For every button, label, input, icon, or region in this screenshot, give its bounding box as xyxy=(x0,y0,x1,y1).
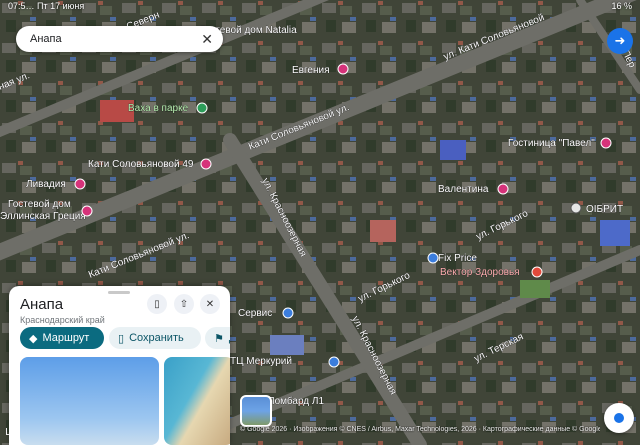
place-photo[interactable] xyxy=(20,357,159,445)
flag-icon: ⚑ xyxy=(214,332,224,345)
place-label: Вектор Здоровья xyxy=(440,267,520,278)
place-pin-icon[interactable] xyxy=(570,202,582,214)
hotel-pin-icon[interactable] xyxy=(74,178,86,190)
place-label: Гостиница "Павел" xyxy=(508,138,595,149)
search-input[interactable]: Анапа xyxy=(30,33,201,45)
place-label: Валентина xyxy=(438,184,489,195)
route-label: Маршрут xyxy=(42,332,90,344)
medical-pin-icon[interactable] xyxy=(531,266,543,278)
place-label: OIБРИТ xyxy=(586,204,623,215)
hotel-pin-icon[interactable] xyxy=(200,158,212,170)
share-icon[interactable]: ⇧ xyxy=(174,294,194,314)
place-label: Ливадия xyxy=(26,179,66,190)
navigate-icon: ◆ xyxy=(29,332,38,345)
hotel-pin-icon[interactable] xyxy=(600,137,612,149)
status-battery: 16 % xyxy=(611,1,632,11)
place-label: ТЦ Меркурий xyxy=(230,356,292,367)
shop-pin-icon[interactable] xyxy=(328,356,340,368)
park-pin-icon[interactable] xyxy=(196,102,208,114)
place-label: Сервис xyxy=(238,308,272,319)
my-location-button[interactable] xyxy=(604,403,634,433)
shop-pin-icon[interactable] xyxy=(427,252,439,264)
place-label: Ломбард Л1 xyxy=(268,395,324,407)
directions-icon[interactable]: ➜ xyxy=(607,28,633,54)
place-label: Эллинская Греция xyxy=(0,211,86,222)
close-icon[interactable]: ✕ xyxy=(201,31,213,48)
location-dot-icon xyxy=(614,413,624,423)
more-label: Д xyxy=(229,332,230,344)
bookmark-icon[interactable]: ▯ xyxy=(147,294,167,314)
copyright-text: © Google 2026 · Изображения © CNES / Air… xyxy=(240,426,600,433)
bookmark-icon: ▯ xyxy=(118,332,125,345)
place-label: Кати Соловьяновой 49 xyxy=(88,159,194,170)
place-label: Гостевой дом xyxy=(8,199,71,210)
shop-pin-icon[interactable] xyxy=(282,307,294,319)
place-label: Fix Price xyxy=(438,253,477,264)
hotel-pin-icon[interactable] xyxy=(81,205,93,217)
place-subtitle: Краснодарский край xyxy=(20,315,105,325)
place-photo[interactable] xyxy=(164,357,230,445)
more-chip[interactable]: ⚑ Д xyxy=(205,327,230,349)
drag-handle[interactable] xyxy=(108,291,130,294)
route-button[interactable]: ◆ Маршрут xyxy=(20,327,104,349)
hotel-pin-icon[interactable] xyxy=(337,63,349,75)
save-label: Сохранить xyxy=(129,332,184,344)
layers-button[interactable] xyxy=(240,395,272,427)
search-bar[interactable]: Анапа ✕ xyxy=(16,26,223,52)
status-time: 07:5… Пт 17 июня xyxy=(8,1,85,11)
save-button[interactable]: ▯ Сохранить xyxy=(109,327,201,349)
close-icon[interactable]: ✕ xyxy=(200,294,220,314)
hotel-pin-icon[interactable] xyxy=(497,183,509,195)
status-bar: 07:5… Пт 17 июня 16 % xyxy=(0,0,640,14)
place-label: Ваха в парке xyxy=(128,103,189,114)
place-title: Анапа xyxy=(20,296,64,313)
place-sheet[interactable]: Анапа Краснодарский край ▯ ⇧ ✕ ◆ Маршрут… xyxy=(9,286,230,445)
place-label: Евгения xyxy=(292,65,330,76)
